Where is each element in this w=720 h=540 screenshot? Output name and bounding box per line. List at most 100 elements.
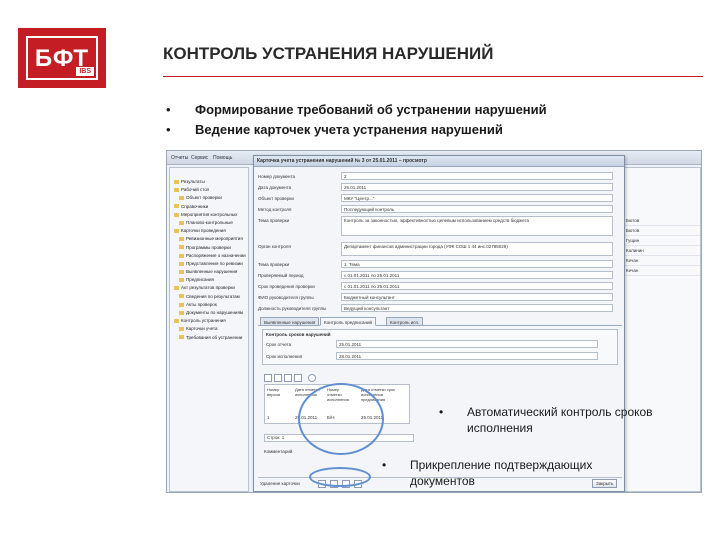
refresh-icon[interactable] [308,374,316,382]
edit-icon[interactable] [274,374,282,382]
field-value[interactable]: 25.01.2011 [341,183,613,191]
field-row: Срок проведения проверки с 01.01.2011 по … [258,282,622,291]
field-value[interactable]: Бюджетный консультант [341,293,613,301]
folder-icon [179,220,184,225]
footer-label: Удаление карточки [260,481,300,486]
field-row: Тема проверки 1. Тема [258,260,622,269]
grid-cell[interactable]: Кечан [623,266,700,276]
bullet-list: Формирование требований об устранении на… [166,100,547,140]
add-icon[interactable] [264,374,272,382]
tree-item[interactable]: Предписания [170,276,248,284]
field-value[interactable]: с 01.01.2011 по 25.01.2011 [341,271,613,279]
field-label: Метод контроля [258,207,292,212]
folder-icon [179,278,184,283]
column-header: Номер версии [267,387,280,397]
folder-icon [179,294,184,299]
tree-item[interactable]: Сведения по результатам [170,293,248,301]
grid-cell[interactable]: Калинин [623,246,700,256]
folder-icon [174,286,179,291]
bullet-item: Формирование требований об устранении на… [166,100,547,120]
folder-icon [179,261,184,266]
field-label: Дата документа [258,185,292,190]
tree-item[interactable]: Контроль устранения [170,317,248,325]
field-value[interactable]: Департамент финансов администрации город… [341,242,613,256]
field-label: Проверяемый период [258,273,304,278]
grid-cell[interactable]: Бютов [623,216,700,226]
tree-item[interactable]: Карточки проведения [170,227,248,235]
tree-item[interactable]: Результаты [170,178,248,186]
panel-header: Контроль сроков нарушений [266,332,331,337]
tree-item[interactable]: Распоряжение о назначении [170,252,248,260]
slide-title: КОНТРОЛЬ УСТРАНЕНИЯ НАРУШЕНИЙ [163,44,704,77]
field-label: Срок проведения проверки [258,284,315,289]
field-value[interactable]: МКУ "Центр..." [341,194,613,202]
grid-cell[interactable]: Кечан [623,256,700,266]
field-label: Объект проверки [258,196,294,201]
folder-icon [179,269,184,274]
field-row: Срок исполнения 28.01.2011 [266,352,612,361]
field-value[interactable]: 28.01.2011 [336,352,598,360]
tree-item[interactable]: Мероприятия контрольных [170,211,248,219]
navigation-tree: Результаты Рабочий стол Объект проверки … [169,167,249,492]
folder-icon [179,196,184,201]
folder-icon [174,188,179,192]
tree-item[interactable]: Представления по ревизии [170,260,248,268]
field-value[interactable]: 1. Тема [341,260,613,268]
comment-label: Комментарий [264,449,293,454]
field-row: Проверяемый период с 01.01.2011 по 25.01.… [258,271,622,280]
field-row: Должность руководителя группы Ведущий кон… [258,304,622,313]
logo-sub: IBS [76,67,94,76]
folder-icon [179,335,184,340]
folder-icon [179,237,184,242]
field-value[interactable]: 2 [341,172,613,180]
field-value[interactable]: Последующий контроль [341,205,613,213]
tree-item[interactable]: Рабочий стол [170,186,248,194]
folder-icon [174,204,179,209]
menu-reports[interactable]: Отчеты [171,155,188,161]
records-grid: Бютов Бютов Гущин Калинин Кечан Кечан [622,167,701,492]
company-logo: БФТ IBS [18,28,106,88]
tab-control-exec[interactable]: Контроль исп. [386,317,424,326]
tree-item[interactable]: Акт результатов проверки [170,284,248,292]
grid-cell[interactable]: Гущин [623,236,700,246]
tree-item[interactable]: Планово-контрольные [170,219,248,227]
table-cell[interactable]: 1 [267,415,270,420]
delete-icon[interactable] [294,374,302,382]
tree-item[interactable]: Документы по нарушениям [170,309,248,317]
field-label: ФИО руководителя группы [258,295,314,300]
tree-item[interactable]: Карточки учета [170,325,248,333]
tab-violations[interactable]: Выявленные нарушения [260,317,320,326]
dialog-title: Карточка учета устранения нарушений № 3 … [254,156,624,167]
tree-item[interactable]: Требования об устранении [170,334,248,342]
bullet-item: Ведение карточек учета устранения наруше… [166,120,547,140]
folder-icon [179,245,184,250]
tree-item[interactable]: Справочники [170,203,248,211]
field-row: Объект проверки МКУ "Центр..." [258,194,622,203]
field-row: Метод контроля Последующий контроль [258,205,622,214]
tree-item[interactable]: Объект проверки [170,194,248,202]
field-row: Срок отчета 25.01.2011 [266,340,612,349]
tree-item[interactable]: Программы проверки [170,244,248,252]
tab-control-orders[interactable]: Контроль предписаний [320,317,376,326]
menu-help[interactable]: Помощь [213,155,232,161]
field-value[interactable]: Контроль за законностью, эффективностью … [341,216,613,236]
dialog-tabs: Выявленные нарушения Контроль предписани… [258,317,622,326]
folder-icon [174,179,179,184]
copy-icon[interactable] [284,374,292,382]
field-label: Должность руководителя группы [258,306,327,311]
field-value[interactable]: с 01.01.2011 по 25.01.2011 [341,282,613,290]
tree-item[interactable]: Акты проверок [170,301,248,309]
field-value[interactable]: 25.01.2011 [336,340,598,348]
tree-item[interactable]: Выявленные нарушения [170,268,248,276]
grid-cell[interactable]: Бютов [623,226,700,236]
app-screenshot: Отчеты Сервис Помощь Результаты Рабочий … [166,150,702,493]
field-label: Тема проверки [258,262,290,267]
field-row: Тема проверки Контроль за законностью, эф… [258,216,622,238]
field-label: Орган контроля [258,244,291,249]
highlight-ellipse-deadlines [298,383,384,455]
field-value[interactable]: Ведущий консультант [341,304,613,312]
tree-item[interactable]: Ревизионные мероприятия [170,235,248,243]
field-label: Срок отчета [266,342,292,347]
deadline-control-panel: Контроль сроков нарушений Срок отчета 25.… [262,329,618,365]
menu-service[interactable]: Сервис [191,155,208,161]
